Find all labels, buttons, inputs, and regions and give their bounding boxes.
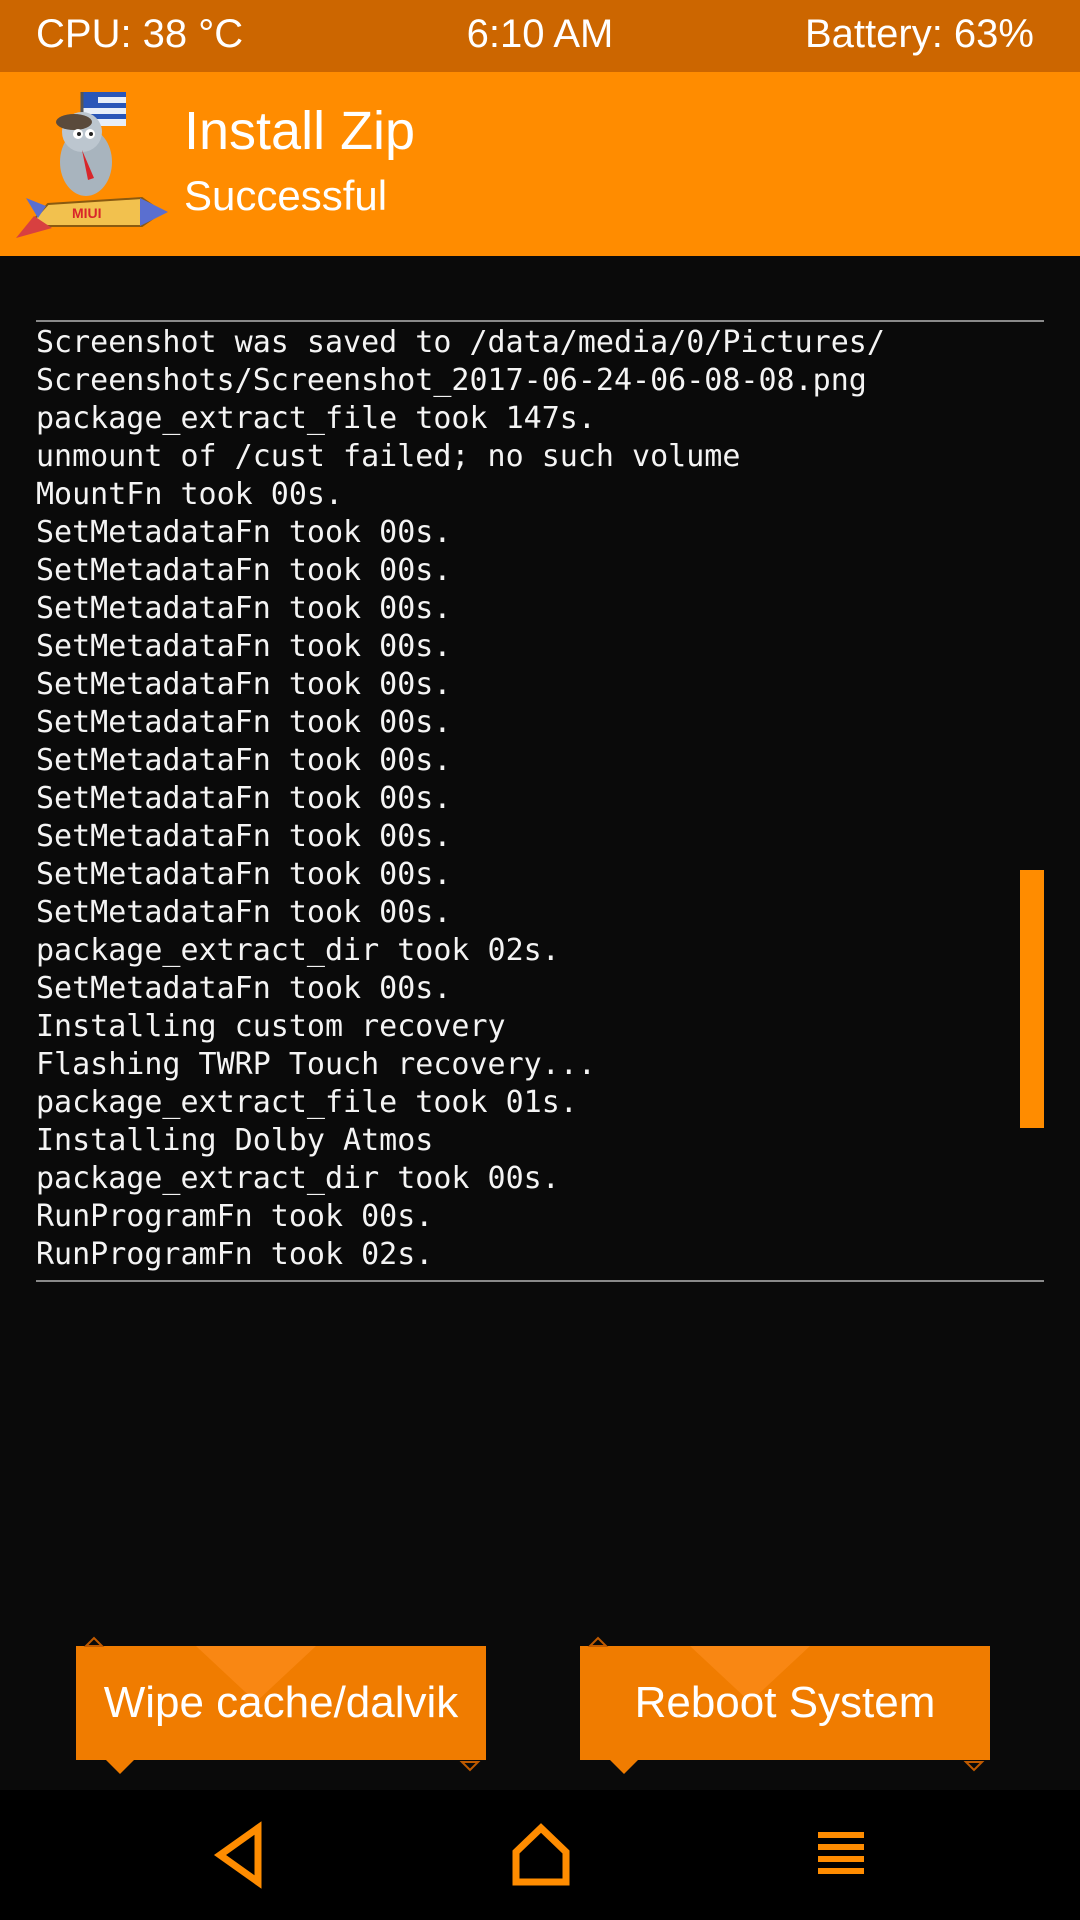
console-line: Installing Dolby Atmos xyxy=(36,1123,434,1158)
console-log[interactable]: Screenshot was saved to /data/media/0/Pi… xyxy=(36,324,1016,1274)
console-line: SetMetadataFn took 00s. xyxy=(36,857,452,892)
console-line: Screenshot was saved to /data/media/0/Pi… xyxy=(36,325,885,360)
battery-text: Battery: 63% xyxy=(804,12,1034,56)
navigation-bar xyxy=(0,1790,1080,1920)
home-icon[interactable] xyxy=(506,1820,576,1890)
console-line: SetMetadataFn took 00s. xyxy=(36,895,452,930)
console-line: SetMetadataFn took 00s. xyxy=(36,629,452,664)
console-line: SetMetadataFn took 00s. xyxy=(36,515,452,550)
console-line: Screenshots/Screenshot_2017-06-24-06-08-… xyxy=(36,363,867,398)
wipe-cache-dalvik-button[interactable]: Wipe cache/dalvik xyxy=(76,1636,486,1774)
console-line: MountFn took 00s. xyxy=(36,477,344,512)
page-title: Install Zip xyxy=(184,101,416,161)
console-line: package_extract_file took 01s. xyxy=(36,1085,578,1120)
console-line: RunProgramFn took 02s. xyxy=(36,1237,434,1272)
console-line: SetMetadataFn took 00s. xyxy=(36,705,452,740)
console-line: Flashing TWRP Touch recovery... xyxy=(36,1047,596,1082)
reboot-system-label: Reboot System xyxy=(634,1678,936,1727)
console-line: SetMetadataFn took 00s. xyxy=(36,819,452,854)
wipe-cache-dalvik-label: Wipe cache/dalvik xyxy=(103,1678,459,1727)
reboot-system-button[interactable]: Reboot System xyxy=(580,1636,990,1774)
console-line: package_extract_dir took 02s. xyxy=(36,933,560,968)
logo-text: MIUI xyxy=(72,205,102,221)
console-line: SetMetadataFn took 00s. xyxy=(36,553,452,588)
console-line: unmount of /cust failed; no such volume xyxy=(36,439,741,474)
console-line: SetMetadataFn took 00s. xyxy=(36,743,452,778)
menu-icon[interactable] xyxy=(806,1820,876,1890)
console-top-divider xyxy=(36,320,1044,322)
status-bar: 6:10 AM CPU: 38 °C Battery: 63% xyxy=(0,0,1080,72)
console-line: SetMetadataFn took 00s. xyxy=(36,971,452,1006)
console-line: package_extract_file took 147s. xyxy=(36,401,596,436)
back-triangle-icon[interactable] xyxy=(206,1820,276,1890)
console-line: SetMetadataFn took 00s. xyxy=(36,667,452,702)
miui-rocket-mascot-logo-icon: MIUI xyxy=(16,92,168,238)
console-line: SetMetadataFn took 00s. xyxy=(36,591,452,626)
console-line: SetMetadataFn took 00s. xyxy=(36,781,452,816)
console-line: Installing custom recovery xyxy=(36,1009,506,1044)
console-scrollbar[interactable] xyxy=(1020,870,1044,1128)
header-bar: MIUI Install Zip Successful xyxy=(0,72,1080,256)
page-subtitle: Successful xyxy=(184,172,388,219)
console-line: RunProgramFn took 00s. xyxy=(36,1199,434,1234)
console-bottom-divider xyxy=(36,1280,1044,1282)
cpu-temperature-text: CPU: 38 °C xyxy=(36,12,244,56)
console-line: package_extract_dir took 00s. xyxy=(36,1161,560,1196)
